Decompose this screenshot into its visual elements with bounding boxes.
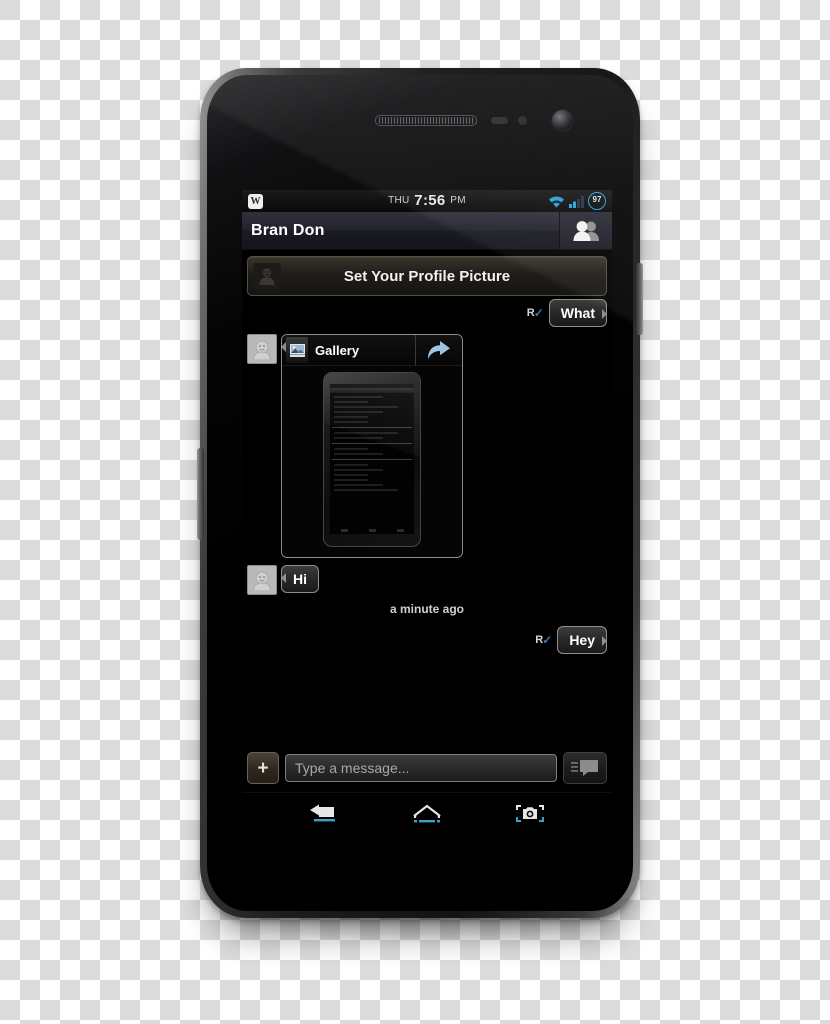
message-row-outgoing: R ✓ What bbox=[247, 299, 608, 327]
avatar-placeholder-icon bbox=[252, 340, 272, 360]
navigation-bar bbox=[242, 792, 612, 835]
thumbnail-line bbox=[334, 437, 383, 439]
message-row-outgoing: R ✓ Hey bbox=[247, 626, 607, 654]
compose-bar: + bbox=[242, 748, 612, 788]
message-bubble[interactable]: What bbox=[548, 299, 608, 327]
thumbnail-nav-dot bbox=[396, 528, 404, 532]
clock-meridiem: PM bbox=[450, 195, 466, 206]
thumbnail-line bbox=[334, 474, 368, 476]
thumbnail-line bbox=[334, 416, 368, 418]
thumbnail-nav-dot bbox=[340, 528, 348, 532]
phone-device: W THU 7:56 PM 97 Bran Don Set Your Profi… bbox=[182, 68, 658, 944]
receipt-check-icon: ✓ bbox=[533, 306, 544, 320]
cellular-signal-icon bbox=[569, 195, 584, 208]
gallery-image-icon bbox=[286, 337, 308, 363]
share-arrow-icon bbox=[428, 341, 450, 359]
volume-rocker[interactable] bbox=[197, 448, 204, 540]
read-receipt: R ✓ bbox=[535, 633, 552, 647]
home-button[interactable] bbox=[402, 799, 452, 829]
thumbnail-screen bbox=[330, 384, 414, 534]
message-bubble[interactable]: Hi bbox=[281, 565, 319, 593]
contacts-button[interactable] bbox=[559, 212, 612, 249]
thumbnail-title-bar bbox=[330, 388, 414, 393]
share-button[interactable] bbox=[415, 335, 462, 365]
power-button[interactable] bbox=[636, 263, 643, 335]
tablet-screenshot-thumbnail bbox=[323, 372, 421, 547]
phone-screen: W THU 7:56 PM 97 Bran Don Set Your Profi… bbox=[242, 190, 612, 835]
thumbnail-line bbox=[334, 479, 368, 481]
plus-icon: + bbox=[257, 757, 269, 779]
gallery-photo-glyph bbox=[289, 343, 305, 357]
status-bar-indicators: 97 bbox=[548, 192, 606, 210]
thumbnail-line bbox=[334, 484, 383, 486]
clock-day: THU bbox=[388, 195, 410, 206]
camera-screenshot-icon bbox=[516, 805, 545, 822]
home-icon bbox=[413, 804, 441, 823]
thumbnail-nav-bar bbox=[330, 526, 414, 534]
gallery-card-thumbnail bbox=[282, 366, 462, 557]
set-profile-picture-banner[interactable]: Set Your Profile Picture bbox=[247, 256, 607, 296]
attach-button[interactable]: + bbox=[247, 752, 279, 784]
phone-glass-body: W THU 7:56 PM 97 Bran Don Set Your Profi… bbox=[207, 75, 633, 911]
thumbnail-line bbox=[334, 464, 368, 466]
thumbnail-line bbox=[334, 421, 368, 423]
message-list: R ✓ What Gallery Hi a minute ago R ✓ Hey bbox=[242, 296, 612, 654]
profile-banner-label: Set Your Profile Picture bbox=[343, 267, 511, 285]
message-row-incoming: Hi bbox=[247, 565, 607, 595]
message-row-incoming: Gallery bbox=[247, 334, 607, 558]
contacts-people-icon bbox=[573, 220, 599, 241]
receipt-check-icon: ✓ bbox=[542, 633, 553, 647]
avatar-placeholder-icon bbox=[252, 571, 272, 591]
send-message-button[interactable] bbox=[563, 752, 607, 784]
camera-button[interactable] bbox=[505, 799, 555, 829]
thumbnail-line bbox=[334, 453, 383, 455]
status-bar: W THU 7:56 PM 97 bbox=[242, 190, 612, 212]
thumbnail-line bbox=[334, 406, 398, 408]
thumbnail-divider bbox=[332, 427, 412, 428]
light-sensor bbox=[518, 116, 527, 125]
proximity-sensor bbox=[491, 117, 508, 124]
thumbnail-divider bbox=[332, 459, 412, 460]
message-send-icon bbox=[571, 760, 598, 776]
back-arrow-icon bbox=[309, 804, 335, 822]
clock-time: 7:56 bbox=[414, 192, 446, 209]
gallery-card-label: Gallery bbox=[315, 342, 360, 358]
back-button[interactable] bbox=[299, 799, 349, 829]
action-bar: Bran Don bbox=[242, 212, 612, 250]
thumbnail-line bbox=[334, 489, 398, 491]
gallery-attachment-card[interactable]: Gallery bbox=[281, 334, 463, 558]
thumbnail-line bbox=[334, 401, 368, 403]
message-timestamp: a minute ago bbox=[389, 602, 464, 616]
thumbnail-divider bbox=[332, 443, 412, 444]
thumbnail-line bbox=[334, 469, 383, 471]
wifi-icon bbox=[549, 195, 564, 207]
message-bubble[interactable]: Hey bbox=[557, 626, 607, 654]
message-input[interactable] bbox=[285, 754, 557, 782]
avatar bbox=[247, 565, 277, 595]
thumbnail-line bbox=[334, 411, 383, 413]
thumbnail-line bbox=[334, 396, 383, 398]
battery-indicator: 97 bbox=[588, 192, 606, 210]
earpiece-speaker bbox=[375, 115, 477, 126]
thumbnail-line bbox=[334, 448, 368, 450]
front-camera bbox=[552, 110, 573, 131]
gallery-card-header: Gallery bbox=[282, 335, 462, 366]
thumbnail-line bbox=[334, 432, 398, 434]
read-receipt: R ✓ bbox=[527, 306, 544, 320]
thumbnail-nav-dot bbox=[368, 528, 376, 532]
page-title: Bran Don bbox=[251, 221, 325, 239]
avatar bbox=[247, 334, 277, 364]
